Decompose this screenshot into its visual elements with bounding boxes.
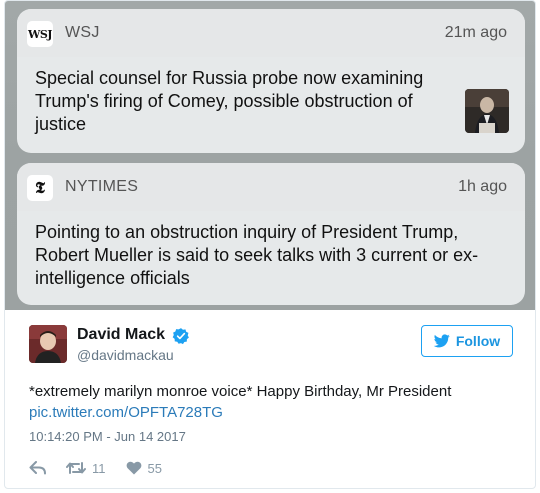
retweet-count: 11 xyxy=(92,460,106,476)
follow-label[interactable]: Follow xyxy=(456,333,500,349)
avatar[interactable] xyxy=(29,325,67,363)
notification-time: 21m ago xyxy=(444,24,507,41)
retweet-icon xyxy=(66,462,86,474)
author-name[interactable]: David Mack xyxy=(77,326,165,344)
wsj-app-icon: WSJ xyxy=(27,21,53,47)
like-button[interactable]: 55 xyxy=(126,461,162,476)
notification-app-name: NYTIMES xyxy=(65,178,139,195)
reply-button[interactable] xyxy=(29,461,46,475)
twitter-bird-icon xyxy=(433,334,450,348)
embedded-tweet: WSJ WSJ 21m ago Special counsel for Russ… xyxy=(4,0,536,489)
heart-icon xyxy=(126,461,141,475)
tweet-media-screenshot[interactable]: WSJ WSJ 21m ago Special counsel for Russ… xyxy=(5,1,535,310)
notification-header: 𝕿 NYTIMES 1h ago xyxy=(17,163,525,211)
notification-body: Special counsel for Russia probe now exa… xyxy=(35,68,424,134)
notification-header: WSJ WSJ 21m ago xyxy=(17,9,525,57)
author-handle[interactable]: @davidmackau xyxy=(77,347,174,363)
notification-body: Pointing to an obstruction inquiry of Pr… xyxy=(35,222,479,288)
notification-nytimes: 𝕿 NYTIMES 1h ago Pointing to an obstruct… xyxy=(17,163,525,305)
reply-icon xyxy=(29,461,46,475)
like-count: 55 xyxy=(147,460,162,476)
tweet-body: *extremely marilyn monroe voice* Happy B… xyxy=(29,383,452,400)
tweet-timestamp[interactable]: 10:14:20 PM - Jun 14 2017 xyxy=(29,429,186,444)
notification-thumbnail xyxy=(465,89,509,133)
tweet-text: *extremely marilyn monroe voice* Happy B… xyxy=(29,381,519,423)
tweet-media-link[interactable]: pic.twitter.com/OPFTA728TG xyxy=(29,402,519,423)
tweet-actions: 11 55 xyxy=(29,458,162,478)
nyt-app-icon: 𝕿 xyxy=(27,175,53,201)
notification-wsj: WSJ WSJ 21m ago Special counsel for Russ… xyxy=(17,9,525,153)
notification-time: 1h ago xyxy=(458,178,507,195)
retweet-button[interactable]: 11 xyxy=(66,461,106,476)
verified-badge-icon xyxy=(172,328,189,345)
follow-button[interactable]: Follow xyxy=(421,325,513,357)
notification-app-name: WSJ xyxy=(65,24,100,41)
